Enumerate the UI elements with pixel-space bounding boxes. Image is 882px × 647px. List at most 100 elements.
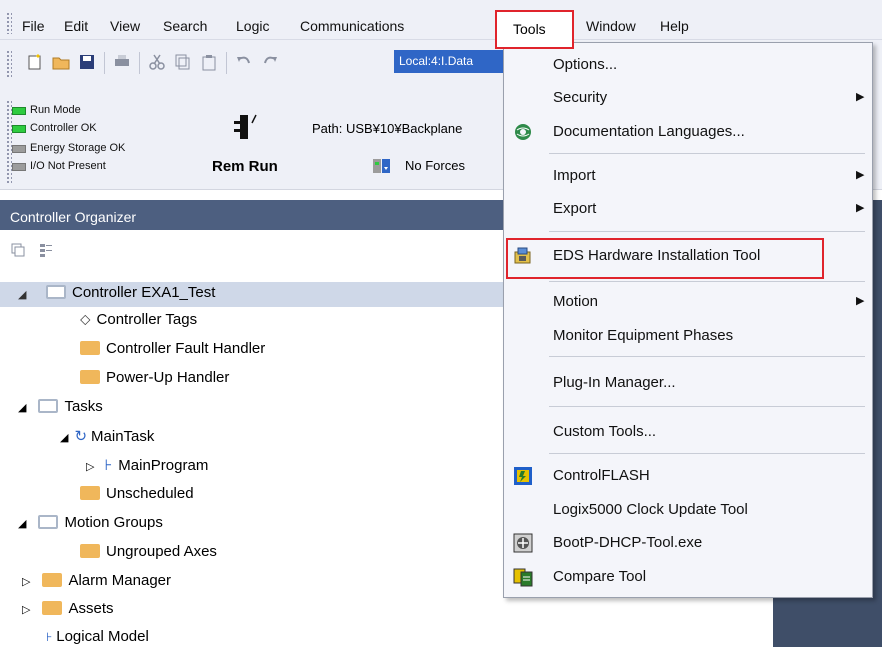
- tree-label: Controller EXA1_Test: [72, 284, 216, 301]
- save-icon[interactable]: [78, 53, 96, 71]
- menu-window[interactable]: Window: [586, 18, 636, 34]
- redo-icon[interactable]: [261, 53, 279, 71]
- menu-separator: [549, 406, 865, 407]
- menu-communications[interactable]: Communications: [300, 18, 404, 34]
- task-cycle-icon: ↻: [74, 428, 88, 445]
- collapse-arrow-icon[interactable]: ▷: [22, 576, 30, 588]
- forces-status-icon[interactable]: [372, 158, 392, 176]
- menu-edit[interactable]: Edit: [64, 18, 88, 34]
- folder-icon: [42, 601, 63, 615]
- menu-separator: [549, 356, 865, 357]
- menu-item-clock-update-tool[interactable]: Logix5000 Clock Update Tool: [504, 496, 872, 524]
- cut-icon[interactable]: [148, 53, 166, 71]
- menu-separator: [549, 231, 865, 232]
- menu-item-label: Custom Tools...: [553, 423, 657, 440]
- hierarchy-icon: ⊦: [46, 630, 53, 644]
- compare-tool-icon: [513, 568, 533, 587]
- menu-item-documentation-languages[interactable]: Documentation Languages...: [504, 118, 872, 146]
- menu-item-motion[interactable]: Motion ▶: [504, 288, 872, 316]
- energy-storage-led-icon: [12, 145, 26, 153]
- status-label: Controller OK: [30, 122, 97, 134]
- menu-item-label: BootP-DHCP-Tool.exe: [553, 534, 703, 551]
- expand-arrow-icon[interactable]: ◢: [18, 288, 26, 301]
- copy-icon[interactable]: [174, 53, 192, 71]
- menu-item-plugin-manager[interactable]: Plug-In Manager...: [504, 369, 872, 397]
- menu-tools[interactable]: Tools: [495, 10, 574, 49]
- expand-arrow-icon[interactable]: ◢: [18, 518, 26, 530]
- menu-item-bootp-dhcp-tool[interactable]: BootP-DHCP-Tool.exe: [504, 529, 872, 557]
- menu-item-label: Plug-In Manager...: [553, 374, 676, 391]
- menu-logic[interactable]: Logic: [236, 18, 269, 34]
- tree-item-controller-tags[interactable]: ⬦ Controller Tags: [80, 311, 197, 336]
- tree-item-logical-model[interactable]: ⊦ Logical Model: [46, 628, 149, 647]
- menu-item-import[interactable]: Import ▶: [504, 162, 872, 190]
- tree-item-maintask[interactable]: ◢ ↻ MainTask: [60, 427, 154, 452]
- io-led-icon: [12, 163, 26, 171]
- tree-label: MainTask: [91, 428, 155, 445]
- folder-icon: [42, 573, 63, 587]
- menu-bar: File Edit View Search Logic Communicatio…: [0, 0, 882, 40]
- menu-help[interactable]: Help: [660, 18, 689, 34]
- menu-file[interactable]: File: [22, 18, 45, 34]
- tree-item-ungrouped-axes[interactable]: Ungrouped Axes: [80, 543, 217, 568]
- bootp-dhcp-icon: [513, 533, 533, 553]
- submenu-arrow-icon: ▶: [856, 91, 865, 103]
- toolbar-grip[interactable]: [6, 50, 12, 78]
- tree-options-icon[interactable]: [38, 242, 54, 258]
- tree-item-powerup-handler[interactable]: Power-Up Handler: [80, 369, 229, 394]
- menu-item-compare-tool[interactable]: Compare Tool: [504, 563, 872, 591]
- folder-open-icon: [38, 399, 59, 413]
- tree-item-fault-handler[interactable]: Controller Fault Handler: [80, 340, 265, 365]
- collapse-arrow-icon[interactable]: ▷: [22, 604, 30, 616]
- folder-icon: [80, 341, 100, 355]
- tree-label: Controller Tags: [96, 311, 198, 328]
- expand-arrow-icon[interactable]: ◢: [18, 402, 26, 414]
- menu-item-custom-tools[interactable]: Custom Tools...: [504, 418, 872, 446]
- collapse-arrow-icon[interactable]: ▷: [86, 461, 94, 473]
- status-label: Energy Storage OK: [30, 142, 126, 154]
- program-icon: ⊦: [104, 457, 113, 474]
- menu-search[interactable]: Search: [163, 18, 207, 34]
- submenu-arrow-icon: ▶: [856, 295, 865, 307]
- tree-item-mainprogram[interactable]: ▷ ⊦ MainProgram: [86, 456, 208, 481]
- folder-icon: [80, 486, 100, 500]
- globe-icon: [515, 124, 531, 140]
- menu-tools-label: Tools: [513, 21, 546, 37]
- status-io: I/O Not Present: [12, 160, 106, 172]
- open-folder-icon[interactable]: [52, 53, 70, 71]
- tree-label: Assets: [68, 600, 114, 617]
- menu-item-options[interactable]: Options...: [504, 51, 872, 79]
- paste-icon[interactable]: [200, 53, 218, 71]
- menu-item-security[interactable]: Security ▶: [504, 84, 872, 112]
- tag-path-combobox[interactable]: Local:4:I.Data: [394, 50, 512, 73]
- menu-separator: [549, 281, 865, 282]
- keyswitch-icon: [234, 114, 257, 139]
- menu-item-controlflash[interactable]: ControlFLASH: [504, 462, 872, 490]
- new-file-icon[interactable]: [26, 53, 44, 71]
- status-energy-storage: Energy Storage OK: [12, 142, 126, 154]
- run-mode-led-icon: [12, 107, 26, 115]
- tree-item-tasks[interactable]: ◢ Tasks: [18, 398, 103, 423]
- tree-item-alarm-manager[interactable]: ▷ Alarm Manager: [22, 572, 171, 597]
- tree-item-motion-groups[interactable]: ◢ Motion Groups: [18, 514, 163, 539]
- tree-item-unscheduled[interactable]: Unscheduled: [80, 485, 194, 510]
- menu-item-label: Import: [553, 167, 596, 184]
- undo-icon[interactable]: [235, 53, 253, 71]
- menu-item-label: Security: [553, 89, 608, 106]
- collapse-all-icon[interactable]: [10, 242, 26, 258]
- tree-item-assets[interactable]: ▷ Assets: [22, 600, 113, 625]
- menu-item-label: Documentation Languages...: [553, 123, 745, 140]
- menu-item-eds-hardware-installation-tool[interactable]: EDS Hardware Installation Tool: [504, 242, 872, 270]
- tag-icon: ⬦: [80, 311, 91, 328]
- status-label: I/O Not Present: [30, 160, 106, 172]
- print-icon[interactable]: [113, 53, 131, 71]
- menu-view[interactable]: View: [110, 18, 140, 34]
- menu-item-monitor-equipment-phases[interactable]: Monitor Equipment Phases: [504, 322, 872, 350]
- expand-arrow-icon[interactable]: ◢: [60, 432, 68, 444]
- menu-item-export[interactable]: Export ▶: [504, 195, 872, 223]
- tree-label: Tasks: [64, 398, 103, 415]
- menu-item-label: Motion: [553, 293, 599, 310]
- menubar-grip[interactable]: [6, 12, 12, 34]
- controlflash-icon: [514, 467, 532, 485]
- controller-mode: Rem Run: [212, 158, 278, 175]
